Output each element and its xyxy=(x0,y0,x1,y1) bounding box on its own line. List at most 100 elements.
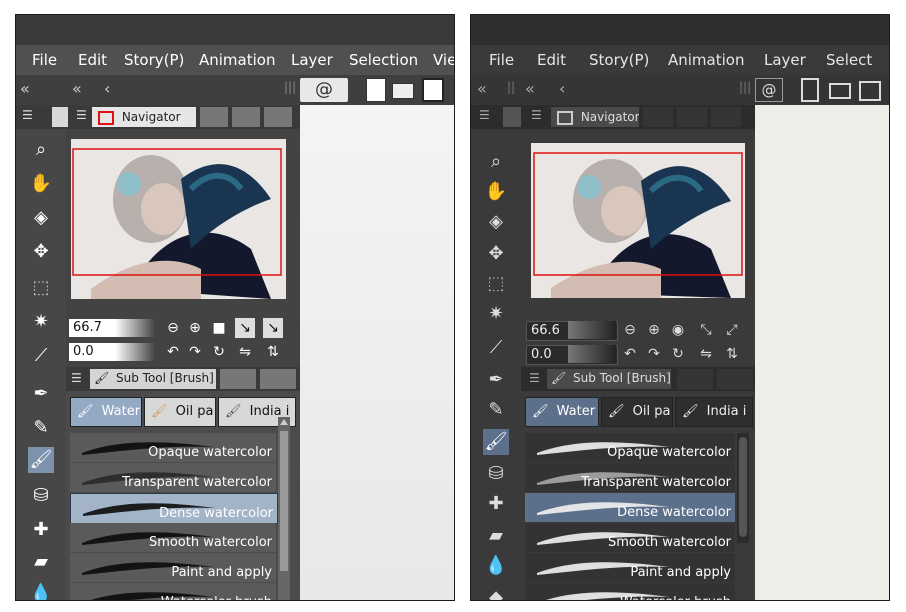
tab-brush-size[interactable] xyxy=(717,369,753,389)
fit-width-icon[interactable]: ↘ xyxy=(235,318,255,338)
menu-selection[interactable]: Selection xyxy=(349,45,418,75)
brush-item[interactable]: Watercolor brush xyxy=(70,583,276,600)
move-tool[interactable]: ✥ xyxy=(28,239,54,265)
menu-layer[interactable]: Layer xyxy=(764,45,806,75)
hand-tool[interactable]: ✋ xyxy=(483,179,509,205)
eyedropper-tool[interactable]: ⟋ xyxy=(28,343,54,369)
brush-tool[interactable]: 🖌 xyxy=(28,447,54,473)
airbrush-tool[interactable]: ⛁ xyxy=(28,483,54,509)
pen-tool[interactable]: ✒ xyxy=(28,381,54,407)
rotate-slider[interactable] xyxy=(568,345,616,363)
brush-list-scrollbar[interactable] xyxy=(278,417,290,600)
flip-horizontal-icon[interactable]: ⇋ xyxy=(696,344,716,364)
scroll-thumb[interactable] xyxy=(739,437,747,537)
rotate-tool[interactable]: ◈ xyxy=(483,209,509,235)
brush-list-scrollbar[interactable] xyxy=(737,433,749,543)
tab-info[interactable] xyxy=(711,107,741,127)
zoom-tool[interactable]: ⌕ xyxy=(483,149,509,175)
menu-icon[interactable]: ☰ xyxy=(479,108,490,122)
menu-file[interactable]: File xyxy=(32,45,57,75)
chip-india-ink[interactable]: 🖌 India i xyxy=(675,397,753,427)
zoom-tool[interactable]: ⌕ xyxy=(28,137,54,163)
brush-item[interactable]: Paint and apply xyxy=(70,553,276,582)
tab-tool-property[interactable] xyxy=(220,369,256,389)
rotate-left-icon[interactable]: ↶ xyxy=(163,342,183,362)
chevron-left-icon[interactable]: ‹ xyxy=(559,79,565,98)
move-tool[interactable]: ✥ xyxy=(483,241,509,267)
menu-animation[interactable]: Animation xyxy=(668,45,744,75)
fit-height-icon[interactable]: ↘ xyxy=(263,318,283,338)
fit-icon[interactable]: ■ xyxy=(209,318,229,338)
menu-view[interactable]: Vie xyxy=(433,45,454,75)
rotate-right-icon[interactable]: ↷ xyxy=(644,344,664,364)
brush-item[interactable]: Paint and apply xyxy=(525,553,735,582)
collapse-icon[interactable]: « xyxy=(72,79,82,98)
menu-icon[interactable]: ☰ xyxy=(22,108,33,122)
new-file-icon[interactable] xyxy=(366,78,386,102)
menu-icon[interactable]: ☰ xyxy=(531,108,542,122)
select-tool[interactable]: ⬚ xyxy=(28,275,54,301)
fill-tool[interactable]: ◆ xyxy=(483,585,509,600)
brush-item[interactable]: Opaque watercolor xyxy=(70,433,276,462)
airbrush-tool[interactable]: ⛁ xyxy=(483,461,509,487)
brush-item[interactable]: Opaque watercolor xyxy=(525,433,735,462)
navigator-preview[interactable] xyxy=(531,143,745,298)
fit-height-icon[interactable]: ⤢ xyxy=(722,320,742,340)
magic-wand-tool[interactable]: ✷ xyxy=(28,309,54,335)
chip-oil[interactable]: 🖌 Oil pa xyxy=(144,397,216,427)
decoration-tool[interactable]: ✚ xyxy=(483,491,509,517)
brush-item[interactable]: Transparent watercolor xyxy=(525,463,735,492)
tab-tool-property[interactable] xyxy=(677,369,713,389)
brush-tool[interactable]: 🖌 xyxy=(483,429,509,455)
pencil-tool[interactable]: ✎ xyxy=(483,397,509,423)
hand-tool[interactable]: ✋ xyxy=(28,171,54,197)
select-tool[interactable]: ⬚ xyxy=(483,271,509,297)
fit-icon[interactable]: ◉ xyxy=(668,320,688,340)
collapse-icon[interactable]: « xyxy=(477,79,487,98)
tab-info[interactable] xyxy=(264,107,292,127)
pen-tab-icon[interactable] xyxy=(503,107,521,127)
menu-edit[interactable]: Edit xyxy=(537,45,566,75)
blend-tool[interactable]: 💧 xyxy=(28,581,54,600)
chevron-left-icon[interactable]: ‹ xyxy=(104,79,110,98)
rotate-tool[interactable]: ◈ xyxy=(28,205,54,231)
tab-navigator[interactable]: Navigator xyxy=(92,107,196,127)
pen-tab-icon[interactable] xyxy=(52,107,68,127)
open-folder-icon[interactable] xyxy=(829,83,851,99)
save-icon[interactable] xyxy=(422,78,444,102)
flip-vertical-icon[interactable]: ⇅ xyxy=(263,342,283,362)
eraser-tool[interactable]: ▰ xyxy=(483,523,509,549)
eyedropper-tool[interactable]: ⟋ xyxy=(483,335,509,361)
reset-rotate-icon[interactable]: ↻ xyxy=(209,342,229,362)
menu-icon[interactable]: ☰ xyxy=(529,371,540,385)
navigator-preview[interactable] xyxy=(71,139,286,299)
tab-image[interactable] xyxy=(643,107,673,127)
chip-watercolor[interactable]: 🖌 Water xyxy=(525,397,599,427)
flip-horizontal-icon[interactable]: ⇋ xyxy=(235,342,255,362)
tab-layer-props[interactable] xyxy=(677,107,707,127)
chip-watercolor[interactable]: 🖌 Water xyxy=(70,397,142,427)
swirl-button[interactable]: @ xyxy=(755,78,783,102)
menu-edit[interactable]: Edit xyxy=(78,45,107,75)
brush-item[interactable]: Dense watercolor xyxy=(70,493,278,524)
menu-story[interactable]: Story(P) xyxy=(589,45,649,75)
brush-item[interactable]: Smooth watercolor xyxy=(70,523,276,552)
brush-item[interactable]: Smooth watercolor xyxy=(525,523,735,552)
pen-tool[interactable]: ✒ xyxy=(483,367,509,393)
scroll-thumb[interactable] xyxy=(280,431,288,571)
blend-tool[interactable]: 💧 xyxy=(483,553,509,579)
canvas-area[interactable] xyxy=(755,105,889,600)
tab-subtool[interactable]: 🖌 Sub Tool [Brush] xyxy=(90,369,216,389)
menu-select[interactable]: Select xyxy=(826,45,872,75)
tab-brush-size[interactable] xyxy=(260,369,296,389)
collapse-icon[interactable]: « xyxy=(525,79,535,98)
flip-vertical-icon[interactable]: ⇅ xyxy=(722,344,742,364)
decoration-tool[interactable]: ✚ xyxy=(28,517,54,543)
menu-animation[interactable]: Animation xyxy=(199,45,275,75)
scroll-up-icon[interactable] xyxy=(280,419,288,425)
tab-subtool[interactable]: 🖌 Sub Tool [Brush] xyxy=(547,369,671,389)
tab-layer-props[interactable] xyxy=(232,107,260,127)
rotate-slider[interactable] xyxy=(115,343,155,361)
brush-item[interactable]: Dense watercolor xyxy=(525,493,735,522)
brush-item[interactable]: Transparent watercolor xyxy=(70,463,276,492)
